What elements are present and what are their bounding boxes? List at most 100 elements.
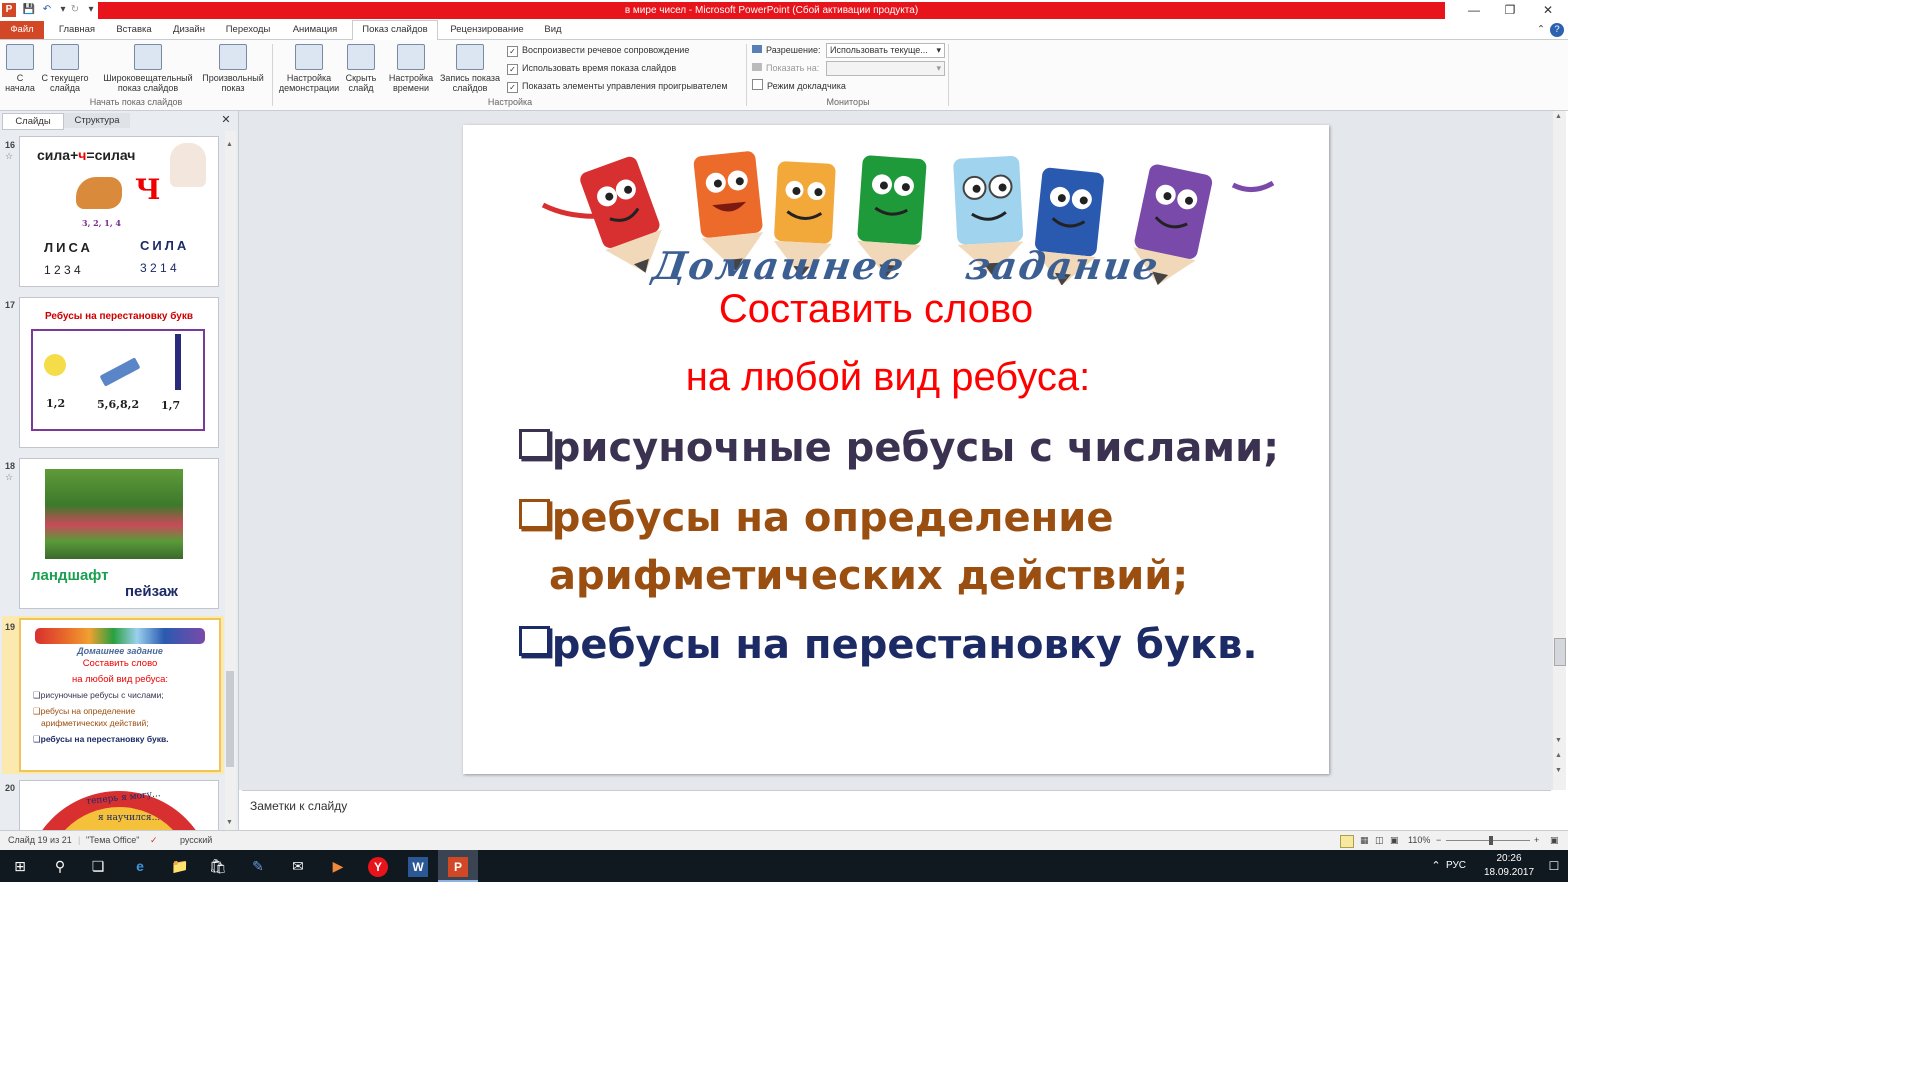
tab-home[interactable]: Главная [50,21,104,39]
tab-slideshow[interactable]: Показ слайдов [352,20,438,41]
slideshow-view-icon[interactable]: ▣ [1390,835,1399,846]
powerpoint-taskbar-icon[interactable]: P [438,850,478,882]
pane-scroll-thumb[interactable] [226,671,234,767]
tab-transitions[interactable]: Переходы [218,21,278,39]
save-icon[interactable]: 💾 [22,3,36,17]
from-current-button[interactable]: С текущего слайда [40,44,90,93]
paint-app-icon[interactable]: ✎ [238,850,278,882]
pane-scrollbar[interactable]: ▲ ▼ [225,131,236,830]
search-icon[interactable]: ⚲ [40,850,80,882]
hide-slide-label: Скрыть слайд [345,73,377,93]
slides-pane: Слайды Структура ✕ 16 ☆ сила+ч=силач Ч 3… [0,111,239,831]
setup-show-label: Настройка демонстрации [278,73,340,93]
media-player-icon[interactable]: ▶ [318,850,358,882]
language-indicator[interactable]: русский [180,835,212,845]
editor-scroll-thumb[interactable] [1554,638,1566,666]
theme-name[interactable]: "Тема Office" [86,835,139,845]
editor-scrollbar[interactable]: ▲ ▼ ▲ ▼ [1553,111,1566,790]
setup-show-button[interactable]: Настройка демонстрации [276,44,342,93]
scroll-up-icon[interactable]: ▲ [1555,113,1562,120]
from-beginning-button[interactable]: С начала [2,44,38,93]
help-icon[interactable]: ? [1550,23,1564,37]
garden-image [45,469,183,559]
status-divider: | [78,835,81,845]
media-controls-checkbox[interactable]: ✓ Показать элементы управления проигрыват… [507,79,728,93]
scroll-down-icon[interactable]: ▼ [1555,737,1562,744]
reading-view-icon[interactable]: ◫ [1375,835,1384,846]
notifications-icon[interactable]: ☐ [1540,850,1568,882]
keyboard-language[interactable]: РУС [1446,860,1466,871]
rehearse-timings-button[interactable]: Настройка времени [384,44,438,93]
start-windows-icon[interactable]: ⊞ [0,850,40,882]
record-show-button[interactable]: Запись показа слайдов [438,44,502,93]
close-pane-icon[interactable]: ✕ [218,113,234,128]
spellcheck-icon[interactable]: ✓ [150,835,158,846]
mail-icon[interactable]: ✉ [278,850,318,882]
zoom-slider[interactable] [1446,840,1530,841]
hide-slide-button[interactable]: Скрыть слайд [342,44,380,93]
presenter-view-checkbox[interactable]: Режим докладчика [752,79,846,93]
redo-icon[interactable]: ↻ [68,3,82,17]
current-slide[interactable]: Домашнее задание Составить слово на любо… [463,125,1329,774]
scroll-down-icon[interactable]: ▼ [226,819,233,826]
task-view-icon[interactable]: ❏ [78,850,118,882]
minimize-button[interactable]: — [1454,0,1494,21]
tab-slides[interactable]: Слайды [2,113,64,130]
tab-insert[interactable]: Вставка [108,21,160,39]
next-slide-icon[interactable]: ▼ [1555,767,1562,774]
thumb-bullet-3-text: ребусы на перестановку букв. [40,734,169,744]
tab-file[interactable]: Файл [0,21,44,39]
yandex-browser-icon[interactable]: Y [358,850,398,882]
tab-animation[interactable]: Анимация [284,21,346,39]
tab-design[interactable]: Дизайн [164,21,214,39]
slide-thumbnail-20[interactable]: теперь я могу... я научился... [19,780,219,831]
tab-outline[interactable]: Структура [64,113,130,128]
collapse-ribbon-icon[interactable]: ⌃ [1534,21,1548,39]
bullet-checkbox-icon [519,625,550,657]
close-button[interactable]: ✕ [1528,0,1568,21]
store-icon[interactable]: 🛍 [198,850,238,882]
thumb-bullet-2: ❑ребусы на определение [33,706,136,716]
slide-thumbnail-18[interactable]: ландшафт пейзаж [19,458,219,609]
broadcast-button[interactable]: Широковещательный показ слайдов [98,44,198,93]
slide-sorter-icon[interactable]: ▦ [1360,835,1369,846]
custom-show-button[interactable]: Произвольный показ [198,44,268,93]
restore-button[interactable]: ❐ [1490,0,1530,21]
notes-placeholder: Заметки к слайду [250,799,348,813]
group-separator [948,44,949,106]
pen-image [175,334,181,390]
zoom-slider-thumb[interactable] [1489,836,1493,845]
from-beginning-label: С начала [5,73,35,93]
tab-review[interactable]: Рецензирование [442,21,532,39]
customize-toolbar-icon[interactable]: ▾ [84,3,98,17]
narration-checkbox[interactable]: ✓ Воспроизвести речевое сопровождение [507,43,689,57]
show-on-select[interactable]: ▾ [826,61,945,76]
timings-checkbox[interactable]: ✓ Использовать время показа слайдов [507,61,676,75]
previous-slide-icon[interactable]: ▲ [1555,752,1562,759]
word-app-icon[interactable]: W [398,850,438,882]
thumb-num-1: 1,2 [46,397,66,410]
zoom-level[interactable]: 110% [1408,835,1430,845]
fit-to-window-icon[interactable]: ▣ [1550,835,1559,846]
scroll-up-icon[interactable]: ▲ [226,141,233,148]
zoom-out-icon[interactable]: − [1436,835,1441,845]
thumb-bullet-2b: арифметических действий; [41,718,149,728]
powerpoint-app-icon[interactable]: P [2,3,16,17]
group-start-label: Начать показ слайдов [89,97,183,107]
file-explorer-icon[interactable]: 📁 [160,850,200,882]
zoom-in-icon[interactable]: + [1534,835,1539,845]
slide-thumbnail-16[interactable]: сила+ч=силач Ч 3, 2, 1, 4 ЛИСА СИЛА 1 2 … [19,136,219,287]
undo-icon[interactable]: ↶ [40,3,54,17]
edge-browser-icon[interactable]: e [120,850,160,882]
animation-star-icon: ☆ [5,151,14,161]
slide-thumbnail-19[interactable]: Домашнее задание Составить слово на любо… [19,618,221,772]
tab-view[interactable]: Вид [536,21,570,39]
normal-view-icon[interactable] [1340,835,1354,848]
slide-thumbnail-17[interactable]: Ребусы на перестановку букв 1,2 5,6,8,2 … [19,297,219,448]
checkbox-checked-icon: ✓ [507,64,518,75]
clock-time[interactable]: 20:26 [1484,853,1534,864]
clock-date[interactable]: 18.09.2017 [1478,867,1540,878]
hide-slide-icon [347,44,375,70]
notes-pane[interactable]: Заметки к слайду [242,790,1551,830]
resolution-select[interactable]: Использовать текуще... ▾ [826,43,945,58]
